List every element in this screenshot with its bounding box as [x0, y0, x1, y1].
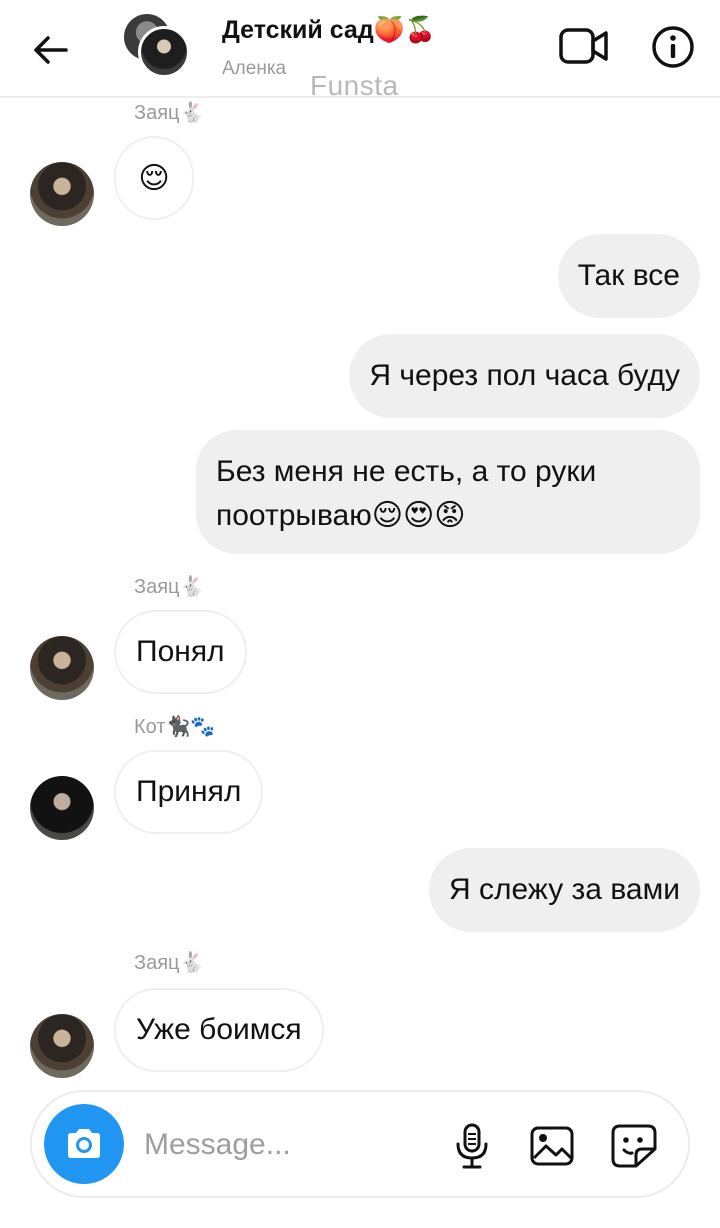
chat-header: Детский сад🍑🍒 Аленка Funsta — [0, 0, 720, 101]
microphone-icon[interactable] — [446, 1120, 498, 1172]
group-avatar-front — [138, 26, 190, 78]
message-sender: Кот🐈‍⬛🐾 — [134, 716, 216, 738]
message-bubble-outgoing[interactable]: Без меня не есть, а то руки поотрываю😌😍😡 — [196, 430, 700, 554]
watermark: Funsta — [310, 70, 399, 101]
video-call-icon[interactable] — [556, 24, 612, 68]
sticker-icon[interactable] — [608, 1120, 660, 1172]
camera-icon — [68, 1129, 100, 1158]
message-input[interactable] — [144, 1120, 444, 1170]
message-sender: Заяц🐇 — [134, 576, 205, 598]
chat-subtitle: Аленка — [222, 58, 287, 79]
message-bubble-incoming[interactable]: Уже боимся — [114, 988, 324, 1072]
camera-button[interactable] — [44, 1104, 124, 1184]
message-sender: Заяц🐇 — [134, 102, 205, 124]
message-bubble-incoming[interactable]: Понял — [114, 610, 247, 694]
message-bubble-outgoing[interactable]: Я слежу за вами — [428, 848, 700, 932]
message-bubble-incoming[interactable]: Принял — [114, 750, 264, 834]
back-arrow-icon[interactable] — [26, 26, 74, 74]
sender-avatar[interactable] — [30, 776, 94, 840]
info-icon[interactable] — [648, 22, 698, 72]
chat-title[interactable]: Детский сад🍑🍒 — [222, 16, 436, 45]
gallery-icon[interactable] — [526, 1120, 578, 1172]
sender-avatar[interactable] — [30, 162, 94, 226]
message-bubble-incoming[interactable]: 😌 — [114, 136, 194, 220]
message-bubble-outgoing[interactable]: Я через пол часа буду — [349, 334, 700, 418]
sender-avatar[interactable] — [30, 1014, 94, 1078]
message-composer — [30, 1090, 690, 1198]
group-avatar[interactable] — [124, 14, 194, 80]
sender-avatar[interactable] — [30, 636, 94, 700]
message-bubble-outgoing[interactable]: Так все — [557, 234, 700, 318]
message-sender: Заяц🐇 — [134, 952, 205, 974]
